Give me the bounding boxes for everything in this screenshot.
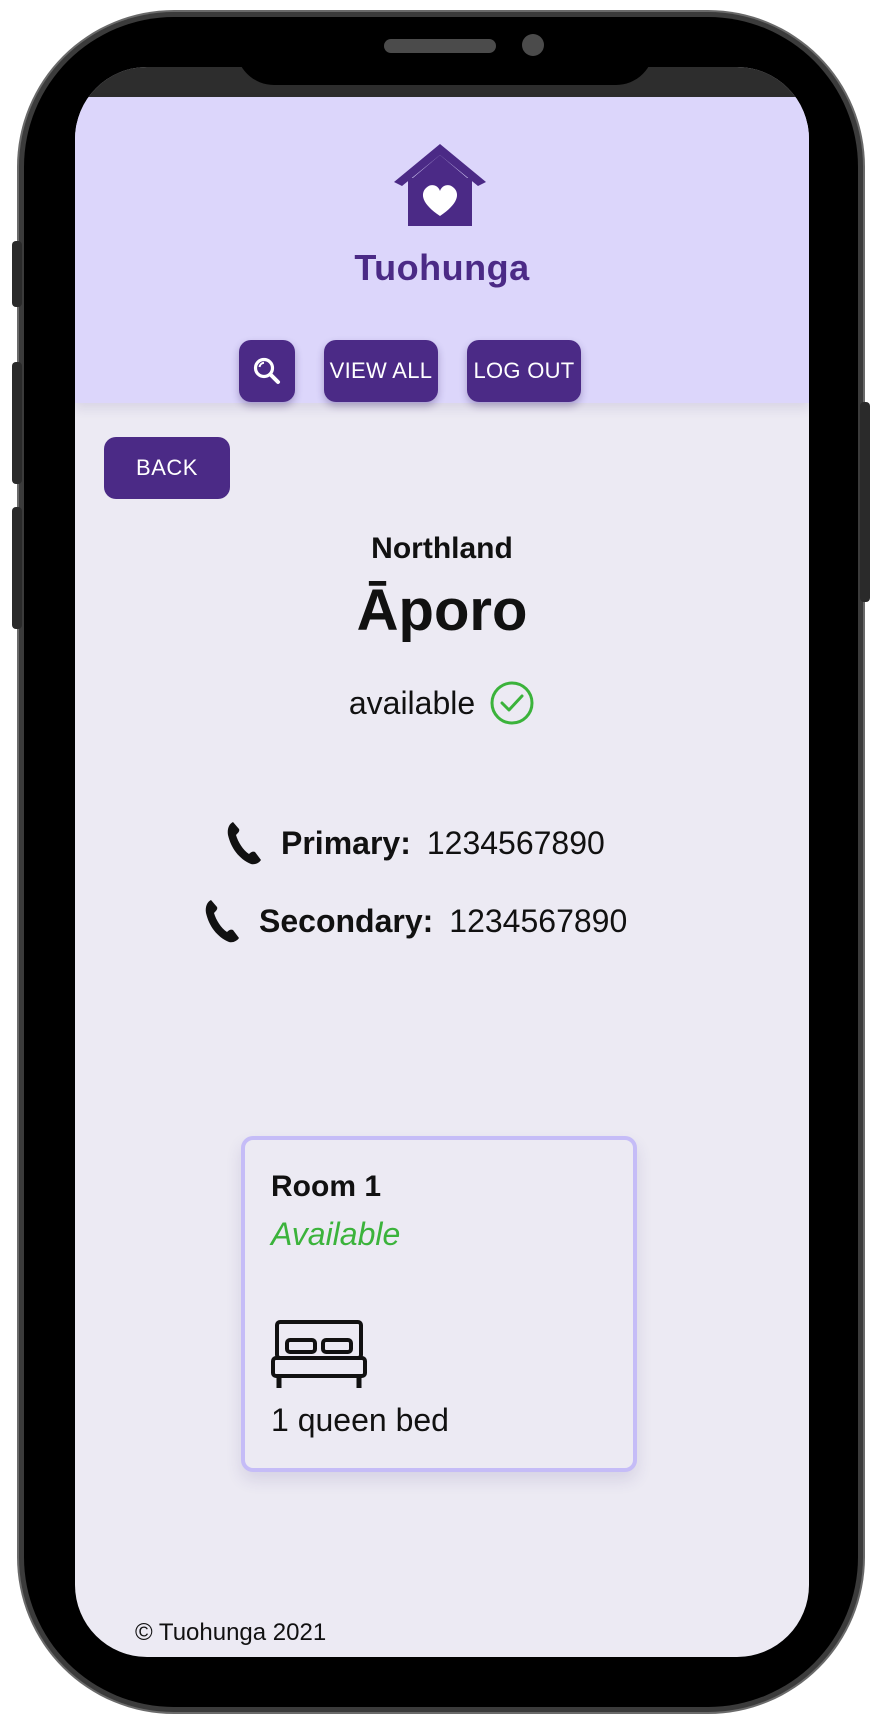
copyright: © Tuohunga 2021 [135, 1619, 327, 1646]
notch [236, 17, 654, 85]
back-button[interactable]: BACK [104, 437, 230, 499]
room-status: Available [271, 1216, 401, 1252]
availability-status: available [75, 680, 809, 726]
volume-down-button [12, 507, 22, 629]
power-button [860, 402, 870, 602]
app-header: Tuohunga VIEW ALL LOG OUT [75, 97, 809, 403]
availability-text: available [348, 684, 476, 721]
volume-up-button [12, 362, 22, 484]
secondary-label: Secondary: [259, 902, 434, 939]
search-icon [253, 357, 280, 384]
brand-name: Tuohunga [354, 247, 530, 288]
primary-label: Primary: [281, 824, 411, 861]
bed-description: 1 queen bed [271, 1402, 449, 1438]
phone-icon [205, 900, 239, 943]
bed-icon [271, 1320, 367, 1388]
phone-icon [227, 822, 261, 865]
primary-number[interactable]: 1234567890 [427, 825, 605, 862]
room-card[interactable]: Room 1 Available 1 queen bed [241, 1136, 637, 1472]
secondary-contact: Secondary: 1234567890 [203, 898, 627, 944]
speaker-grille [384, 39, 496, 53]
screen: Tuohunga VIEW ALL LOG OUT BACK Northland… [75, 67, 809, 1657]
log-out-button[interactable]: LOG OUT [467, 340, 581, 402]
check-circle-icon [490, 681, 534, 725]
primary-contact: Primary: 1234567890 [225, 820, 605, 866]
mute-switch [12, 241, 22, 307]
search-button[interactable] [239, 340, 295, 402]
house-heart-logo-icon [394, 144, 486, 226]
region-name: Northland [371, 532, 513, 565]
room-title: Room 1 [271, 1170, 382, 1203]
place-name: Āporo [356, 578, 528, 643]
secondary-number[interactable]: 1234567890 [449, 903, 627, 940]
front-camera [522, 34, 544, 56]
view-all-button[interactable]: VIEW ALL [324, 340, 438, 402]
